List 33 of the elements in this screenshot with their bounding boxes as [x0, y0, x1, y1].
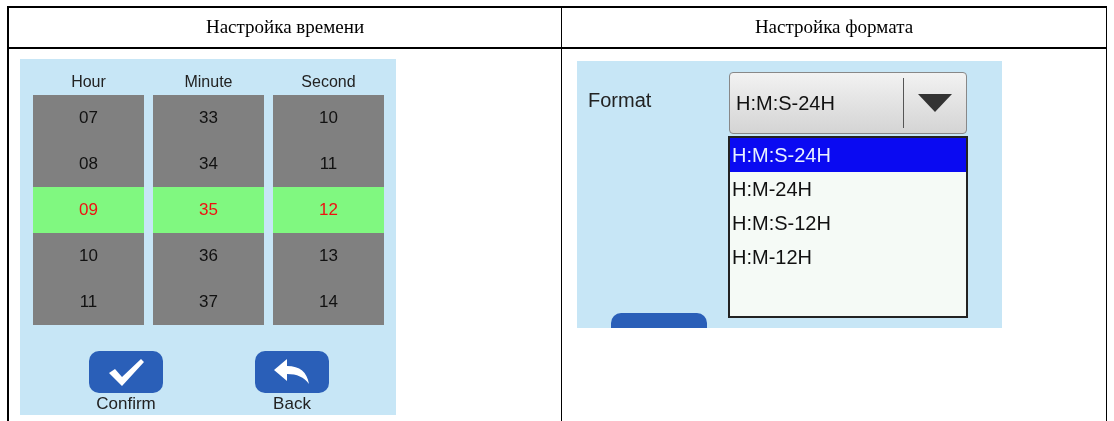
picker-item[interactable]: 33 — [153, 95, 264, 141]
format-dropdown[interactable]: H:M:S-24H — [729, 72, 967, 134]
dropdown-option[interactable]: H:M:S-24H — [730, 138, 966, 172]
column-heading: Настройка формата — [754, 15, 914, 40]
confirm-button[interactable] — [89, 351, 163, 393]
column-heading: Настройка времени — [205, 15, 365, 40]
back-button[interactable] — [255, 351, 329, 393]
button-label: Confirm — [96, 394, 156, 414]
picker-item[interactable]: 11 — [273, 141, 384, 187]
picker-item[interactable]: 08 — [33, 141, 144, 187]
dropdown-arrow-icon — [918, 94, 952, 112]
picker-item[interactable]: 35 — [153, 187, 264, 233]
column-label: Hour — [70, 72, 107, 92]
picker-item[interactable]: 11 — [33, 279, 144, 325]
picker-item[interactable]: 12 — [273, 187, 384, 233]
picker-item[interactable]: 10 — [33, 233, 144, 279]
picker-item[interactable]: 13 — [273, 233, 384, 279]
column-label: Minute — [183, 72, 234, 92]
checkmark-icon — [107, 357, 145, 387]
picker-item[interactable]: 14 — [273, 279, 384, 325]
picker-item[interactable]: 09 — [33, 187, 144, 233]
picker-item[interactable]: 10 — [273, 95, 384, 141]
back-arrow-icon — [274, 359, 310, 385]
picker-item[interactable]: 34 — [153, 141, 264, 187]
picker-item[interactable]: 36 — [153, 233, 264, 279]
button-label: Back — [273, 394, 311, 414]
dropdown-option[interactable]: H:M-12H — [730, 240, 966, 274]
dropdown-option[interactable]: H:M-24H — [730, 172, 966, 206]
picker-item[interactable]: 37 — [153, 279, 264, 325]
format-label: Format — [588, 88, 652, 113]
dropdown-option[interactable]: H:M:S-12H — [730, 206, 966, 240]
column-label: Second — [300, 72, 357, 92]
picker-item[interactable]: 07 — [33, 95, 144, 141]
